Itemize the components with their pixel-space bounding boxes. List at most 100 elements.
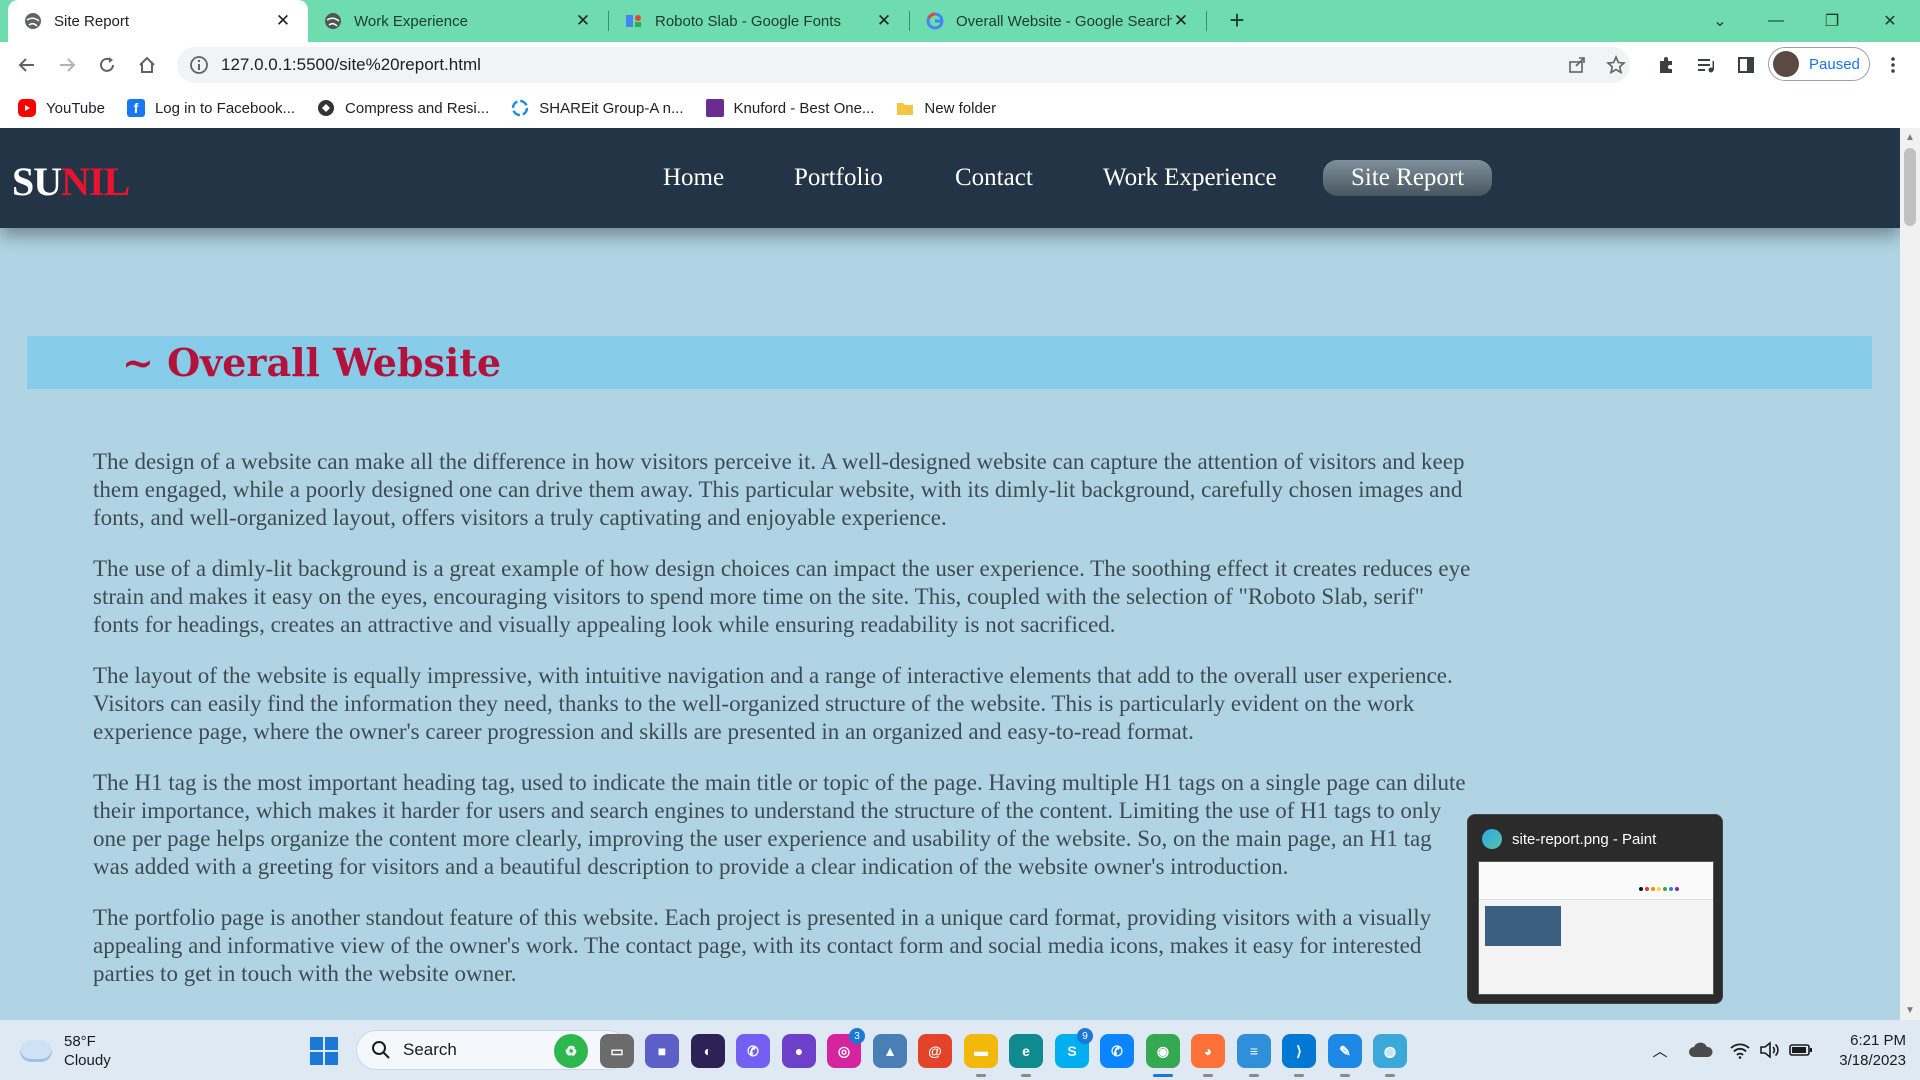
onedrive-icon[interactable]: [1686, 1038, 1716, 1062]
wifi-icon[interactable]: [1728, 1038, 1752, 1062]
meet-icon[interactable]: ■: [645, 1034, 679, 1068]
new-tab-button[interactable]: +: [1222, 6, 1252, 36]
bookmark-label: Log in to Facebook...: [154, 99, 296, 117]
knuford-icon: [705, 99, 724, 117]
browser-toolbar: 127.0.0.1:5500/site%20report.html Paused: [0, 42, 1920, 88]
url-text: 127.0.0.1:5500/site%20report.html: [221, 55, 481, 74]
scroll-down-arrow-icon[interactable]: ▼: [1900, 1005, 1920, 1016]
notification-badge: 9: [1077, 1028, 1093, 1044]
edge-icon[interactable]: e: [1009, 1034, 1043, 1077]
nav-portfolio[interactable]: Portfolio: [794, 160, 883, 196]
tab-site-report[interactable]: Site Report ✕: [8, 0, 308, 42]
skype-icon[interactable]: S9: [1055, 1028, 1093, 1068]
github-icon[interactable]: ●: [782, 1034, 816, 1068]
page-title: ~ Overall Website: [122, 340, 502, 385]
paint-window-preview[interactable]: site-report.png - Paint: [1467, 814, 1723, 1004]
photos-icon[interactable]: ▲: [873, 1034, 907, 1068]
chrome-icon[interactable]: ◉: [1146, 1034, 1180, 1077]
bookmark-label: Knuford - Best One...: [733, 99, 875, 117]
bookmark-label: SHAREit Group-A n...: [539, 99, 684, 117]
taskbar-clock[interactable]: 6:21 PM 3/18/2023: [1826, 1031, 1906, 1071]
bookmark-shareit[interactable]: SHAREit Group-A n...: [511, 99, 684, 117]
scrollbar-thumb[interactable]: [1904, 148, 1916, 226]
tab-separator: [1206, 11, 1207, 31]
nav-work-experience[interactable]: Work Experience: [1103, 160, 1277, 196]
globe-icon: [24, 12, 42, 30]
eclipse-icon[interactable]: ◐: [691, 1034, 725, 1068]
folder-icon: [896, 99, 914, 117]
start-button[interactable]: [310, 1037, 338, 1065]
site-navbar: SUNIL Home Portfolio Contact Work Experi…: [0, 128, 1900, 228]
clock-time: 6:21 PM: [1850, 1032, 1906, 1049]
phone-icon[interactable]: ✆: [1100, 1034, 1134, 1068]
taskbar: 58°F Cloudy Search ♻ ▭ ■ ◐ ✆ ● ◎ 3 ▲ @ ▬ e S 9 ✆ ◉ ◕ ≡ ⟩ ✎ ◍…: [0, 1020, 1920, 1080]
viber-icon[interactable]: ✆: [736, 1034, 770, 1068]
globe-app-icon[interactable]: ◍: [1373, 1034, 1407, 1077]
clock-date: 3/18/2023: [1839, 1052, 1906, 1069]
tab-strip: Site Report ✕ Work Experience ✕ Roboto S…: [0, 0, 1920, 42]
bookmark-compress[interactable]: Compress and Resi...: [317, 99, 489, 117]
weather-desc: Cloudy: [64, 1052, 111, 1069]
nav-home[interactable]: Home: [663, 160, 724, 196]
close-icon[interactable]: ✕: [274, 11, 292, 31]
bookmark-new-folder[interactable]: New folder: [896, 99, 996, 117]
back-icon[interactable]: [12, 50, 42, 80]
globe-icon: [324, 12, 342, 30]
info-icon[interactable]: [189, 55, 209, 75]
profile-button[interactable]: Paused: [1768, 47, 1870, 81]
youtube-icon: [18, 99, 36, 117]
share-icon[interactable]: [1562, 50, 1592, 80]
close-icon[interactable]: ✕: [1172, 11, 1190, 31]
recycle-app-icon[interactable]: ♻: [554, 1034, 588, 1068]
weather-temp: 58°F: [64, 1033, 96, 1050]
page-scrollbar[interactable]: ▲ ▼: [1900, 128, 1920, 1020]
google-fonts-icon: [625, 12, 643, 30]
tab-title: Roboto Slab - Google Fonts: [655, 12, 841, 30]
bookmark-facebook[interactable]: f Log in to Facebook...: [126, 99, 296, 117]
weather-widget[interactable]: 58°F Cloudy: [20, 1032, 111, 1070]
reload-icon[interactable]: [92, 50, 122, 80]
menu-icon[interactable]: [1878, 50, 1908, 80]
scroll-up-arrow-icon[interactable]: ▲: [1900, 132, 1920, 143]
firefox-icon[interactable]: ◕: [1191, 1034, 1225, 1077]
bookmark-knuford[interactable]: Knuford - Best One...: [705, 99, 875, 117]
swirl-app-icon[interactable]: @: [918, 1034, 952, 1068]
window-close-icon[interactable]: ✕: [1862, 0, 1918, 42]
paragraph: The use of a dimly-lit background is a g…: [93, 556, 1471, 637]
instagram-icon[interactable]: ◎ 3: [827, 1028, 865, 1068]
media-control-icon[interactable]: [1691, 50, 1721, 80]
tab-google-search[interactable]: Overall Website - Google Search ✕: [910, 0, 1206, 42]
tab-search-icon[interactable]: ⌄: [1692, 0, 1748, 42]
close-icon[interactable]: ✕: [574, 11, 592, 31]
battery-icon[interactable]: [1788, 1038, 1814, 1062]
home-icon[interactable]: [132, 50, 162, 80]
bookmark-star-icon[interactable]: [1601, 50, 1631, 80]
bookmarks-bar: YouTube f Log in to Facebook... Compress…: [0, 88, 1920, 128]
show-hidden-icons-icon[interactable]: ︿: [1648, 1038, 1672, 1062]
tab-work-experience[interactable]: Work Experience ✕: [308, 0, 608, 42]
tab-title: Work Experience: [354, 12, 468, 30]
site-logo[interactable]: SUNIL: [12, 158, 130, 205]
address-bar[interactable]: 127.0.0.1:5500/site%20report.html: [177, 47, 1630, 83]
nav-site-report[interactable]: Site Report: [1323, 160, 1493, 196]
notepad-icon[interactable]: ≡: [1237, 1034, 1271, 1077]
volume-icon[interactable]: [1758, 1038, 1782, 1062]
close-icon[interactable]: ✕: [875, 11, 893, 31]
paint-icon: [1482, 829, 1502, 849]
paragraph: The design of a website can make all the…: [93, 449, 1465, 530]
paint-icon[interactable]: ✎: [1328, 1034, 1362, 1077]
preview-thumbnail: [1478, 861, 1714, 995]
minimize-icon[interactable]: —: [1748, 0, 1804, 42]
extensions-icon[interactable]: [1651, 50, 1681, 80]
file-explorer-icon[interactable]: ▬: [964, 1034, 998, 1077]
task-view-icon[interactable]: ▭: [600, 1034, 634, 1068]
bookmark-youtube[interactable]: YouTube: [18, 99, 105, 117]
forward-icon[interactable]: [52, 50, 82, 80]
restore-icon[interactable]: ❐: [1804, 0, 1860, 42]
preview-title-text: site-report.png - Paint: [1512, 830, 1657, 848]
side-panel-icon[interactable]: [1731, 50, 1761, 80]
tab-roboto-slab[interactable]: Roboto Slab - Google Fonts ✕: [609, 0, 909, 42]
vscode-icon[interactable]: ⟩: [1282, 1034, 1316, 1077]
shareit-icon: [511, 99, 529, 117]
nav-contact[interactable]: Contact: [955, 160, 1033, 196]
